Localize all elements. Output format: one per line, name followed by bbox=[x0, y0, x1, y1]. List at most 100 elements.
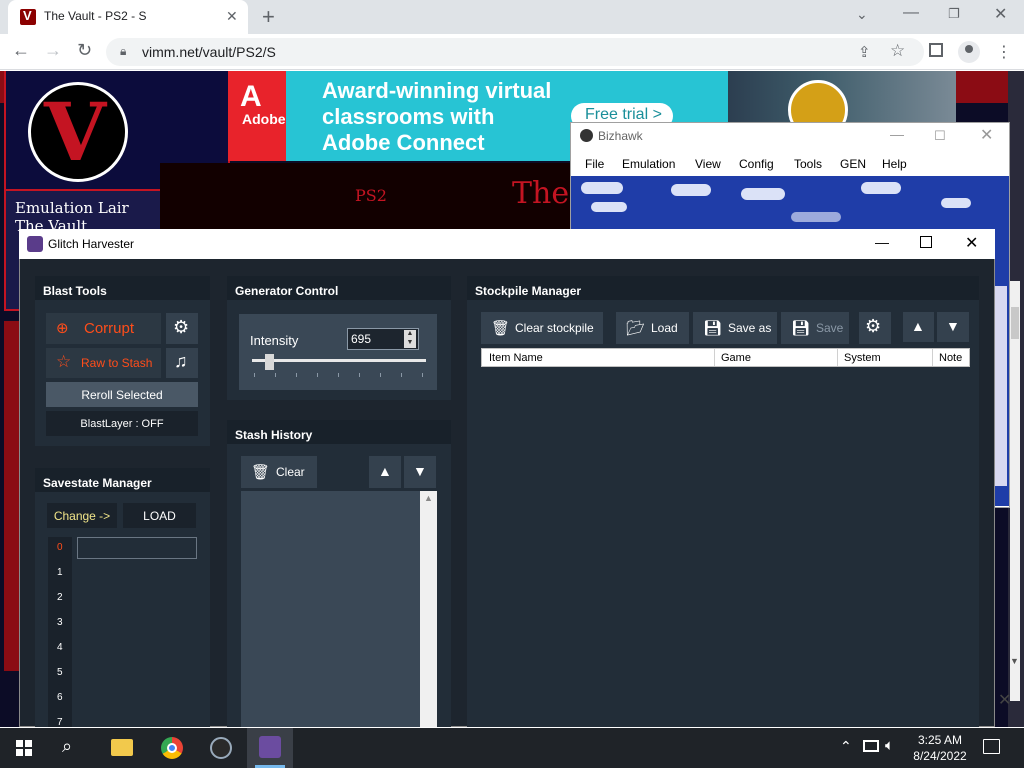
intensity-slider-track[interactable] bbox=[252, 359, 426, 362]
savestate-slot[interactable]: 3 bbox=[57, 617, 63, 628]
trash-icon: 🗑︎ bbox=[251, 464, 271, 481]
window-minimize-icon[interactable]: — bbox=[903, 4, 919, 22]
side-panel-icon[interactable] bbox=[929, 43, 943, 57]
scroll-down-arrow-icon[interactable]: ▼ bbox=[1010, 656, 1019, 666]
load-stockpile-button[interactable]: 📂︎ Load bbox=[616, 312, 689, 344]
savestate-manager-header: Savestate Manager bbox=[35, 468, 210, 492]
stockpile-move-down-button[interactable]: ▼ bbox=[937, 312, 969, 342]
windows-start-icon[interactable] bbox=[16, 740, 32, 756]
stash-move-up-button[interactable]: ▲ bbox=[369, 456, 401, 488]
music-note-icon: ♫ bbox=[174, 351, 188, 371]
savestate-slot[interactable]: 2 bbox=[57, 592, 63, 603]
clock-date: 8/24/2022 bbox=[913, 749, 967, 763]
glitch-harvester-taskbar-active[interactable] bbox=[247, 728, 293, 768]
bizhawk-menu-config[interactable]: Config bbox=[739, 157, 774, 171]
share-icon[interactable]: ⇪ bbox=[858, 43, 871, 61]
clear-stockpile-button[interactable]: 🗑︎ Clear stockpile bbox=[481, 312, 603, 344]
vimm-favicon-icon bbox=[20, 8, 36, 25]
savestate-slot[interactable]: 0 bbox=[57, 542, 63, 553]
taskbar-clock[interactable]: 3:25 AM 8/24/2022 bbox=[912, 732, 968, 764]
notifications-icon[interactable] bbox=[983, 739, 1000, 754]
back-arrow-icon[interactable]: ← bbox=[12, 40, 30, 61]
search-icon[interactable]: ⌕ bbox=[62, 736, 72, 757]
gh-maximize-icon[interactable] bbox=[920, 236, 932, 248]
intensity-slider-thumb[interactable] bbox=[265, 354, 275, 370]
save-as-stockpile-button[interactable]: 💾︎ Save as bbox=[693, 312, 777, 344]
tab-close-icon[interactable]: ✕ bbox=[226, 8, 238, 25]
url-text[interactable]: vimm.net/vault/PS2/S bbox=[142, 44, 276, 60]
tab-search-chevron-icon[interactable]: ⌄ bbox=[856, 6, 868, 23]
bizhawk-taskbar-icon[interactable] bbox=[210, 737, 232, 759]
bizhawk-menu-emulation[interactable]: Emulation bbox=[622, 157, 675, 171]
profile-avatar-icon[interactable] bbox=[958, 41, 980, 63]
game-cloud bbox=[581, 182, 623, 194]
column-game[interactable]: Game bbox=[721, 352, 751, 364]
column-item-name[interactable]: Item Name bbox=[489, 352, 543, 364]
stash-history-header: Stash History bbox=[227, 420, 451, 444]
bizhawk-menu-tools[interactable]: Tools bbox=[794, 157, 822, 171]
gh-close-icon[interactable]: ✕ bbox=[965, 233, 978, 253]
stash-history-list[interactable] bbox=[241, 491, 437, 727]
save-label: Save bbox=[816, 321, 844, 335]
savestate-slot[interactable]: 4 bbox=[57, 642, 63, 653]
bizhawk-close-icon[interactable]: ✕ bbox=[980, 125, 993, 145]
bizhawk-menu-help[interactable]: Help bbox=[882, 157, 907, 171]
stockpile-move-up-button[interactable]: ▲ bbox=[903, 312, 934, 342]
game-cloud bbox=[741, 188, 785, 200]
music-button[interactable]: ♫ bbox=[166, 348, 198, 378]
stockpile-settings-button[interactable]: ⚙ bbox=[859, 312, 891, 344]
page-scrollbar[interactable] bbox=[1010, 281, 1020, 701]
chrome-icon[interactable] bbox=[161, 737, 183, 759]
bookmark-star-icon[interactable]: ☆ bbox=[890, 41, 905, 61]
forward-arrow-icon[interactable]: → bbox=[44, 40, 62, 61]
bizhawk-menu-view[interactable]: View bbox=[695, 157, 721, 171]
savestate-name-input[interactable] bbox=[77, 537, 197, 559]
reload-icon[interactable]: ↻ bbox=[77, 40, 92, 61]
gh-minimize-icon[interactable]: — bbox=[875, 234, 889, 250]
blastlayer-toggle[interactable]: BlastLayer : OFF bbox=[46, 411, 198, 436]
column-note[interactable]: Note bbox=[939, 352, 962, 364]
reroll-selected-button[interactable]: Reroll Selected bbox=[46, 382, 198, 407]
blast-settings-button[interactable]: ⚙ bbox=[166, 313, 198, 344]
intensity-spinner[interactable]: 695 ▲ ▼ bbox=[347, 328, 419, 350]
new-tab-icon[interactable]: + bbox=[262, 4, 275, 30]
emulation-lair-link[interactable]: Emulation Lair bbox=[15, 199, 129, 217]
clear-stockpile-label: Clear stockpile bbox=[515, 321, 594, 335]
arrow-down-icon: ▼ bbox=[946, 318, 960, 334]
stash-scrollbar[interactable]: ▲ bbox=[420, 491, 437, 727]
savestate-slot[interactable]: 5 bbox=[57, 667, 63, 678]
side-panel-close-icon[interactable]: ✕ bbox=[998, 690, 1011, 710]
page-scrollbar-thumb[interactable] bbox=[1011, 307, 1019, 339]
file-explorer-icon[interactable] bbox=[111, 739, 133, 756]
slider-ticks bbox=[254, 373, 424, 377]
bizhawk-minimize-icon[interactable]: — bbox=[890, 126, 904, 142]
ad-headline[interactable]: Award-winning virtual classrooms with Ad… bbox=[322, 78, 562, 156]
bizhawk-menu-gen[interactable]: GEN bbox=[840, 157, 866, 171]
clear-stash-button[interactable]: 🗑︎ Clear bbox=[241, 456, 317, 488]
corrupt-button[interactable]: ⊕ Corrupt bbox=[46, 313, 161, 344]
menu-kebab-icon[interactable]: ⋮ bbox=[996, 42, 1012, 62]
glitch-harvester-taskbar-icon bbox=[259, 736, 281, 758]
raw-to-stash-button[interactable]: ☆ Raw to Stash bbox=[46, 348, 161, 378]
column-system[interactable]: System bbox=[844, 352, 881, 364]
stash-move-down-button[interactable]: ▼ bbox=[404, 456, 436, 488]
window-restore-icon[interactable]: ❐ bbox=[948, 6, 960, 22]
savestate-slot[interactable]: 6 bbox=[57, 692, 63, 703]
vimm-logo-letter: V bbox=[44, 85, 107, 179]
scroll-up-icon[interactable]: ▲ bbox=[424, 493, 433, 503]
save-stockpile-button[interactable]: 💾︎ Save bbox=[781, 312, 849, 344]
network-icon[interactable] bbox=[863, 740, 879, 752]
spinner-down-icon[interactable]: ▼ bbox=[404, 339, 416, 348]
savestate-slot[interactable]: 1 bbox=[57, 567, 63, 578]
spinner-up-icon[interactable]: ▲ bbox=[404, 330, 416, 339]
bizhawk-menu-file[interactable]: File bbox=[585, 157, 604, 171]
window-close-icon[interactable]: ✕ bbox=[994, 4, 1007, 24]
change-button[interactable]: Change -> bbox=[47, 503, 117, 528]
savestate-slot[interactable]: 7 bbox=[57, 717, 63, 728]
tray-chevron-up-icon[interactable]: ⌃ bbox=[840, 738, 852, 755]
gear-icon: ⚙ bbox=[173, 317, 190, 337]
lock-icon[interactable]: 🔒︎ bbox=[120, 44, 126, 59]
volume-icon[interactable]: 🔈︎ bbox=[885, 737, 894, 754]
bizhawk-maximize-icon[interactable]: ☐ bbox=[934, 128, 946, 144]
load-savestate-button[interactable]: LOAD bbox=[123, 503, 196, 528]
